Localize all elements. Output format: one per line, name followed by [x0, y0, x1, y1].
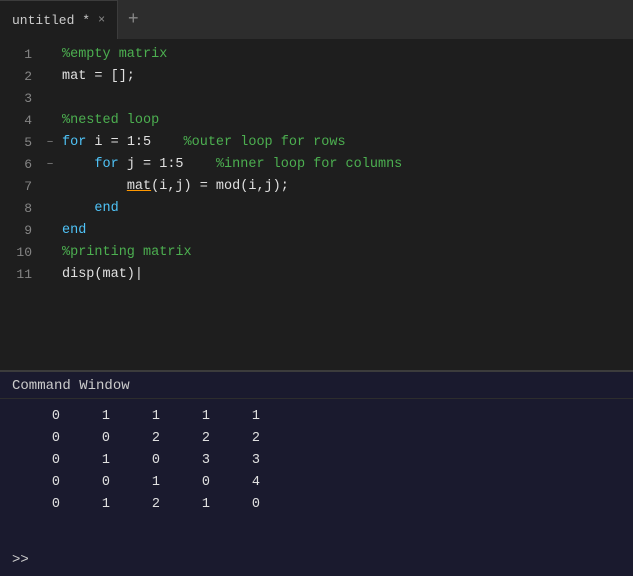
line-11-content: disp(mat)|	[58, 264, 143, 286]
output-cell: 3	[220, 451, 270, 471]
output-cell: 0	[170, 473, 220, 493]
output-cell: 2	[120, 429, 170, 449]
code-line-8: 8 end	[0, 198, 633, 220]
output-cell: 0	[20, 451, 70, 471]
line-number-4: 4	[0, 110, 42, 132]
line-number-7: 7	[0, 176, 42, 198]
command-prompt[interactable]: >>	[0, 544, 633, 576]
line-number-6: 6	[0, 154, 42, 176]
line-7-content: mat(i,j) = mod(i,j);	[58, 176, 289, 198]
output-cell: 1	[70, 495, 120, 515]
editor-area: 1 %empty matrix 2 mat = []; 3 4 %nested …	[0, 40, 633, 370]
output-cell: 2	[220, 429, 270, 449]
tab-label: untitled *	[12, 13, 90, 28]
output-cell: 0	[20, 473, 70, 493]
output-cell: 4	[220, 473, 270, 493]
command-output: 0111100222010330010401210	[0, 399, 633, 544]
line-8-content: end	[58, 198, 119, 220]
line-number-3: 3	[0, 88, 42, 110]
line-number-1: 1	[0, 44, 42, 66]
output-cell: 1	[170, 495, 220, 515]
line-10-content: %printing matrix	[58, 242, 192, 264]
output-row: 00222	[20, 429, 633, 449]
output-row: 01210	[20, 495, 633, 515]
output-cell: 1	[120, 473, 170, 493]
tab-add-button[interactable]: +	[118, 0, 148, 39]
code-container: 1 %empty matrix 2 mat = []; 3 4 %nested …	[0, 40, 633, 370]
line-2-content: mat = [];	[58, 66, 135, 88]
fold-5[interactable]: −	[42, 132, 58, 154]
output-cell: 1	[70, 407, 120, 427]
output-cell: 0	[120, 451, 170, 471]
line-4-content: %nested loop	[58, 110, 159, 132]
line-9-content: end	[58, 220, 86, 242]
line-number-2: 2	[0, 66, 42, 88]
code-line-6: 6 − for j = 1:5 %inner loop for columns	[0, 154, 633, 176]
line-number-8: 8	[0, 198, 42, 220]
output-cell: 1	[170, 407, 220, 427]
fold-6[interactable]: −	[42, 154, 58, 176]
line-6-content: for j = 1:5 %inner loop for columns	[58, 154, 402, 176]
code-line-3: 3	[0, 88, 633, 110]
command-window: Command Window 0111100222010330010401210…	[0, 370, 633, 576]
line-number-9: 9	[0, 220, 42, 242]
code-line-7: 7 mat(i,j) = mod(i,j);	[0, 176, 633, 198]
output-cell: 0	[70, 429, 120, 449]
output-row: 01033	[20, 451, 633, 471]
line-1-content: %empty matrix	[58, 44, 167, 66]
output-cell: 1	[120, 407, 170, 427]
output-cell: 1	[70, 451, 120, 471]
code-line-2: 2 mat = [];	[0, 66, 633, 88]
output-row: 01111	[20, 407, 633, 427]
code-line-10: 10 %printing matrix	[0, 242, 633, 264]
code-line-5: 5 − for i = 1:5 %outer loop for rows	[0, 132, 633, 154]
line-number-10: 10	[0, 242, 42, 264]
tab-bar: untitled * × +	[0, 0, 633, 40]
output-cell: 3	[170, 451, 220, 471]
output-cell: 0	[20, 495, 70, 515]
line-number-5: 5	[0, 132, 42, 154]
tab-close-icon[interactable]: ×	[98, 13, 105, 27]
command-window-title: Command Window	[0, 372, 633, 399]
output-cell: 2	[170, 429, 220, 449]
output-table: 0111100222010330010401210	[20, 407, 633, 515]
code-line-11: 11 disp(mat)|	[0, 264, 633, 286]
output-cell: 0	[20, 429, 70, 449]
output-cell: 0	[70, 473, 120, 493]
code-line-9: 9 end	[0, 220, 633, 242]
tab-untitled[interactable]: untitled * ×	[0, 0, 118, 39]
code-line-4: 4 %nested loop	[0, 110, 633, 132]
code-line-1: 1 %empty matrix	[0, 44, 633, 66]
output-cell: 0	[20, 407, 70, 427]
line-number-11: 11	[0, 264, 42, 286]
output-cell: 1	[220, 407, 270, 427]
output-cell: 2	[120, 495, 170, 515]
output-cell: 0	[220, 495, 270, 515]
line-5-content: for i = 1:5 %outer loop for rows	[58, 132, 346, 154]
output-row: 00104	[20, 473, 633, 493]
